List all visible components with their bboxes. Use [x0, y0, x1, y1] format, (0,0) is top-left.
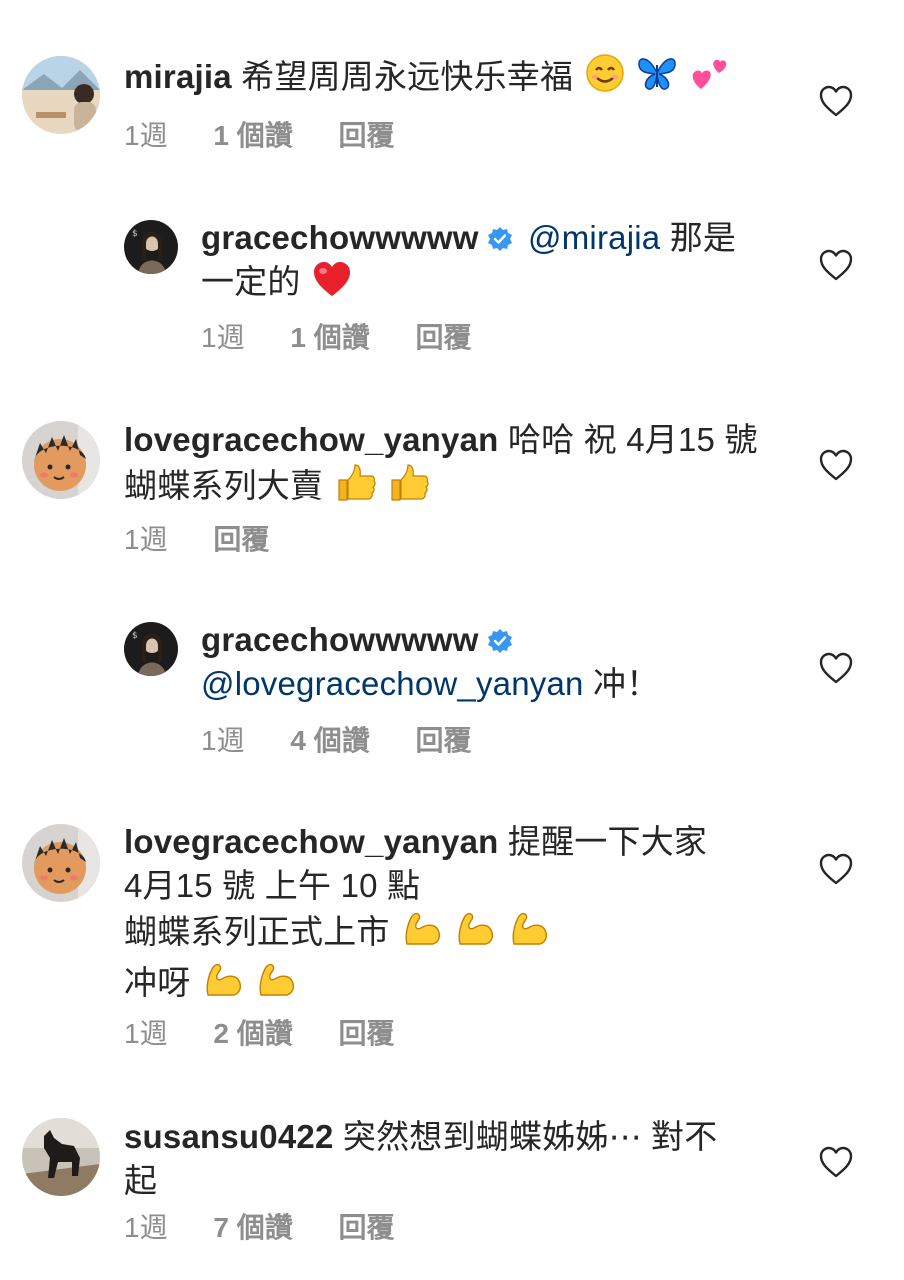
comment-text: 一定的 — [201, 263, 301, 300]
comment-meta: 1週 4 個讚 回覆 — [201, 719, 510, 759]
comment-meta: 1週 回覆 — [124, 518, 307, 558]
comment-meta: 1週 1 個讚 回覆 — [201, 316, 510, 356]
reply-button[interactable]: 回覆 — [339, 114, 395, 154]
comment-text: 突然想到蝴蝶姊姊⋯ 對不 — [342, 1118, 718, 1155]
comment-username[interactable]: lovegracechow_yanyan — [124, 421, 499, 458]
flexed-biceps-emoji — [454, 908, 496, 959]
flexed-biceps-emoji — [508, 908, 550, 959]
flexed-biceps-emoji — [202, 959, 244, 1010]
avatar[interactable] — [22, 824, 100, 902]
svg-text:$: $ — [132, 229, 138, 239]
avatar[interactable] — [22, 56, 100, 134]
comment-username[interactable]: mirajia — [124, 58, 232, 95]
two-hearts-emoji — [689, 53, 731, 104]
comment-text: 提醒一下大家 — [507, 823, 708, 860]
flexed-biceps-emoji — [255, 959, 297, 1010]
like-heart-icon[interactable] — [818, 248, 854, 282]
like-heart-icon[interactable] — [818, 84, 854, 118]
comment-likes[interactable]: 1 個讚 — [290, 316, 369, 356]
comment-body: lovegracechow_yanyan 哈哈 祝 4月15 號 蝴蝶系列大賣 — [124, 418, 758, 513]
reply-button[interactable]: 回覆 — [213, 518, 269, 558]
comment-body: lovegracechow_yanyan 提醒一下大家 4月15 號 上午 10… — [124, 820, 707, 1010]
comment-text: 4月15 號 上午 10 點 — [124, 867, 421, 904]
comment-likes[interactable]: 2 個讚 — [213, 1012, 292, 1052]
red-heart-emoji — [312, 260, 352, 309]
comment-body: mirajia 希望周周永远快乐幸福 — [124, 53, 731, 104]
avatar[interactable]: $ — [124, 622, 178, 676]
comment-body: gracechowwwww @lovegracechow_yanyan 冲！ — [201, 618, 659, 706]
comment-likes[interactable]: 7 個讚 — [213, 1206, 292, 1246]
comment-time: 1週 — [201, 322, 245, 353]
comment-username[interactable]: susansu0422 — [124, 1118, 334, 1155]
mention-link[interactable]: @mirajia — [528, 219, 660, 256]
comment-text: 冲呀 — [124, 964, 191, 1001]
like-heart-icon[interactable] — [818, 448, 854, 482]
comment-likes[interactable]: 4 個讚 — [290, 719, 369, 759]
comment-username[interactable]: gracechowwwww — [201, 219, 479, 256]
comment-username[interactable]: lovegracechow_yanyan — [124, 823, 499, 860]
avatar[interactable] — [22, 1118, 100, 1196]
comment-time: 1週 — [124, 120, 168, 151]
svg-text:$: $ — [132, 631, 138, 641]
butterfly-emoji — [636, 53, 678, 104]
comment-time: 1週 — [201, 725, 245, 756]
mention-link[interactable]: @lovegracechow_yanyan — [201, 665, 584, 702]
reply-button[interactable]: 回覆 — [339, 1206, 395, 1246]
comment-meta: 1週 7 個讚 回覆 — [124, 1206, 433, 1246]
comment-body: gracechowwwww @mirajia 那是 一定的 — [201, 216, 736, 309]
avatar[interactable] — [22, 421, 100, 499]
avatar[interactable]: $ — [124, 220, 178, 274]
comment-text: 起 — [124, 1162, 158, 1199]
smiling-face-emoji — [585, 53, 625, 104]
comment-meta: 1週 1 個讚 回覆 — [124, 114, 433, 154]
reply-button[interactable]: 回覆 — [416, 316, 472, 356]
comment-text: 希望周周永远快乐幸福 — [241, 58, 574, 95]
flexed-biceps-emoji — [401, 908, 443, 959]
comment-likes[interactable]: 1 個讚 — [213, 114, 292, 154]
reply-button[interactable]: 回覆 — [416, 719, 472, 759]
comment-username[interactable]: gracechowwwww — [201, 621, 479, 658]
comment-time: 1週 — [124, 1212, 168, 1243]
comment-meta: 1週 2 個讚 回覆 — [124, 1012, 433, 1052]
comment-body: susansu0422 突然想到蝴蝶姊姊⋯ 對不 起 — [124, 1115, 717, 1203]
comment-text: 那是 — [669, 219, 737, 256]
comment-text: 冲！ — [592, 665, 660, 702]
thumbs-up-emoji — [335, 462, 377, 513]
comment-time: 1週 — [124, 524, 168, 555]
like-heart-icon[interactable] — [818, 1145, 854, 1179]
like-heart-icon[interactable] — [818, 651, 854, 685]
verified-badge-icon — [487, 621, 513, 653]
comment-text: 蝴蝶系列正式上市 — [124, 913, 390, 950]
verified-badge-icon — [487, 219, 513, 251]
comment-text: 蝴蝶系列大賣 — [124, 467, 324, 504]
comment-time: 1週 — [124, 1018, 168, 1049]
like-heart-icon[interactable] — [818, 852, 854, 886]
thumbs-up-emoji — [388, 462, 430, 513]
reply-button[interactable]: 回覆 — [339, 1012, 395, 1052]
comment-text: 哈哈 祝 4月15 號 — [507, 421, 758, 458]
